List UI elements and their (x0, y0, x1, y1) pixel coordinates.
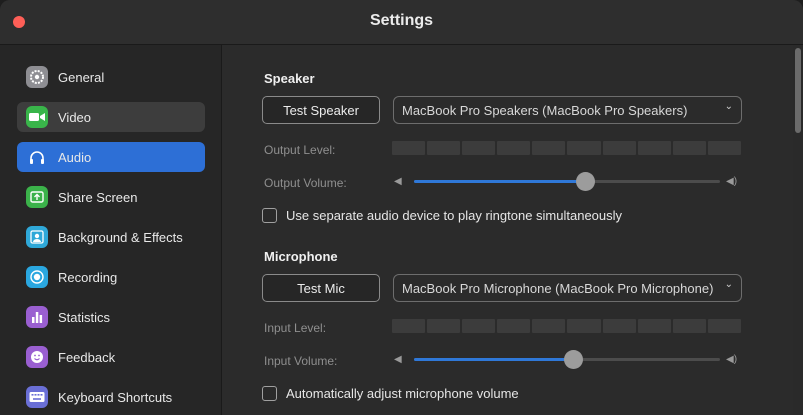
scrollbar-thumb[interactable] (795, 48, 801, 133)
volume-low-icon: ◀ (394, 354, 402, 365)
input-level-meter (392, 319, 741, 333)
sidebar-item-label: Feedback (58, 349, 116, 365)
sidebar-item-keyboard-shortcuts[interactable]: Keyboard Shortcuts (17, 382, 205, 412)
output-level-meter (392, 141, 741, 155)
input-volume-fill (414, 358, 574, 361)
ringtone-checkbox[interactable] (262, 208, 277, 223)
sidebar-item-statistics[interactable]: Statistics (17, 302, 205, 332)
sidebar-item-general[interactable]: General (17, 62, 205, 92)
keyboard-icon (26, 386, 48, 408)
chevron-down-icon: ⌄ (724, 101, 733, 112)
ringtone-checkbox-label: Use separate audio device to play ringto… (286, 208, 623, 223)
video-camera-icon (26, 106, 48, 128)
level-segment (462, 141, 496, 155)
audio-settings-panel: Speaker Test Speaker MacBook Pro Speaker… (222, 45, 794, 415)
level-segment (532, 141, 566, 155)
level-segment (707, 141, 741, 155)
level-segment (567, 141, 601, 155)
sidebar-item-label: Share Screen (58, 189, 138, 205)
output-volume-thumb[interactable] (576, 172, 596, 191)
input-level-label: Input Level: (264, 321, 327, 335)
sidebar-item-label: General (58, 69, 105, 85)
share-screen-icon (26, 186, 48, 208)
sidebar-item-audio[interactable]: Audio (17, 142, 205, 172)
input-volume-thumb[interactable] (564, 350, 584, 369)
level-segment (567, 319, 601, 333)
headphones-icon (26, 146, 48, 168)
test-mic-button[interactable]: Test Mic (262, 274, 380, 302)
level-segment (532, 319, 566, 333)
level-segment (392, 141, 426, 155)
speaker-device-select[interactable]: MacBook Pro Speakers (MacBook Pro Speake… (393, 96, 742, 124)
level-segment (497, 319, 531, 333)
level-segment (497, 141, 531, 155)
output-volume-slider[interactable] (414, 172, 720, 191)
level-segment (602, 141, 636, 155)
level-segment (392, 319, 426, 333)
level-segment (427, 141, 461, 155)
chevron-down-icon: ⌄ (724, 279, 733, 290)
sidebar-item-label: Background & Effects (58, 229, 183, 245)
speaker-device-value: MacBook Pro Speakers (MacBook Pro Speake… (402, 102, 688, 118)
sidebar-item-background-effects[interactable]: Background & Effects (17, 222, 205, 252)
sidebar-item-label: Video (58, 109, 92, 125)
level-segment (637, 141, 671, 155)
sidebar-item-video[interactable]: Video (17, 102, 205, 132)
scrollbar[interactable] (793, 45, 803, 415)
volume-high-icon: ◀) (726, 176, 738, 187)
output-volume-label: Output Volume: (264, 176, 347, 190)
sidebar-item-recording[interactable]: Recording (17, 262, 205, 292)
speaker-section-title: Speaker (264, 71, 315, 86)
test-speaker-button[interactable]: Test Speaker (262, 96, 380, 124)
sidebar-item-share-screen[interactable]: Share Screen (17, 182, 205, 212)
auto-adjust-checkbox[interactable] (262, 386, 277, 401)
title-bar: Settings (0, 0, 803, 45)
level-segment (462, 319, 496, 333)
microphone-device-select[interactable]: MacBook Pro Microphone (MacBook Pro Micr… (393, 274, 742, 302)
settings-window: Settings General Video Audio Share Scree… (0, 0, 803, 415)
window-title: Settings (369, 12, 434, 29)
output-level-label: Output Level: (264, 143, 336, 157)
sidebar-item-label: Statistics (58, 309, 111, 325)
microphone-device-value: MacBook Pro Microphone (MacBook Pro Micr… (402, 280, 714, 296)
level-segment (707, 319, 741, 333)
bar-chart-icon (26, 306, 48, 328)
record-icon (26, 266, 48, 288)
input-volume-label: Input Volume: (264, 354, 338, 368)
volume-low-icon: ◀ (394, 176, 402, 187)
level-segment (427, 319, 461, 333)
auto-adjust-checkbox-label: Automatically adjust microphone volume (286, 386, 519, 401)
sidebar-item-feedback[interactable]: Feedback (17, 342, 205, 372)
level-segment (637, 319, 671, 333)
microphone-section-title: Microphone (264, 249, 338, 264)
output-volume-fill (414, 180, 586, 183)
gear-icon (26, 66, 48, 88)
level-segment (602, 319, 636, 333)
sidebar-item-label: Recording (58, 269, 118, 285)
volume-high-icon: ◀) (726, 354, 738, 365)
sidebar-item-label: Keyboard Shortcuts (58, 389, 173, 405)
smiley-icon (26, 346, 48, 368)
settings-sidebar: General Video Audio Share Screen Backgro… (0, 45, 222, 415)
input-volume-slider[interactable] (414, 350, 720, 369)
level-segment (672, 319, 706, 333)
person-background-icon (26, 226, 48, 248)
level-segment (672, 141, 706, 155)
sidebar-item-label: Audio (58, 149, 92, 165)
